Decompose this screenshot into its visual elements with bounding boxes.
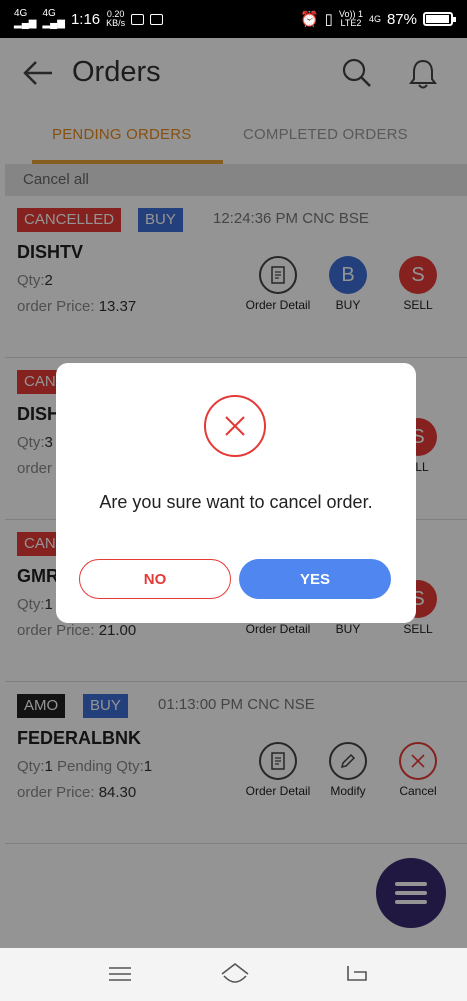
status-bar: 4G ▂▄▆ 4G ▂▄▆ 1:16 0.20 KB/s ⏰ ▯ Vo)) 1 LTE2… [0, 0, 467, 38]
battery-percent: 87% [386, 10, 417, 28]
net-indicator: 4G [368, 13, 381, 24]
back-icon[interactable] [346, 964, 368, 984]
network-speed: 0.20 KB/s [106, 9, 126, 28]
vibrate-icon: ▯ [324, 11, 333, 28]
yes-button[interactable]: YES [239, 559, 391, 599]
home-icon[interactable] [220, 962, 250, 986]
dialog-message: Are you sure want to cancel order. [99, 492, 373, 512]
alarm-icon: ⏰ [299, 11, 319, 28]
system-nav-bar [0, 948, 467, 1001]
recent-apps-icon[interactable] [109, 966, 131, 982]
volte-indicator: Vo)) 1 LTE2 [338, 9, 363, 28]
cancel-order-dialog: Are you sure want to cancel order. NO YE… [56, 363, 416, 623]
bag-icon [150, 13, 164, 25]
signal-icon-2: 4G ▂▄▆ [42, 8, 65, 29]
mail-icon [131, 13, 145, 25]
clock: 1:16 [70, 10, 101, 28]
no-button[interactable]: NO [79, 559, 231, 599]
signal-icon-1: 4G ▂▄▆ [14, 8, 37, 29]
battery-icon [423, 12, 456, 26]
close-circle-icon [204, 395, 266, 457]
